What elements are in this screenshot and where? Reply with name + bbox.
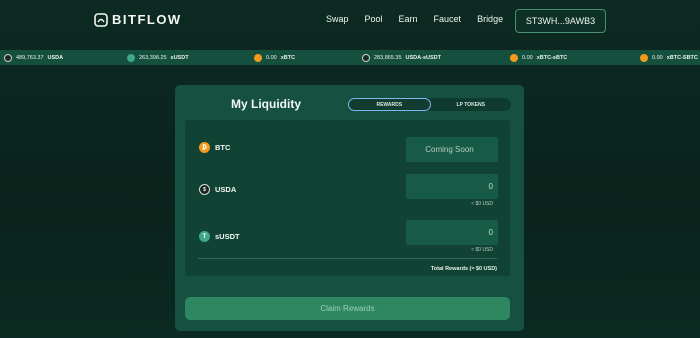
main-nav: Swap Pool Earn Faucet Bridge (326, 14, 519, 24)
btc-reward-field: Coming Soon (406, 137, 498, 162)
ticker-item: 0.00 xBTC-SBTC (640, 50, 698, 65)
top-header: BITFLOW Swap Pool Earn Faucet Bridge ST3… (0, 0, 700, 44)
usda-reward-field: 0 (406, 174, 498, 199)
reward-symbol: sUSDT (215, 232, 240, 241)
divider (198, 258, 497, 259)
nav-bridge[interactable]: Bridge (477, 14, 503, 24)
reward-row-usda: $ USDA (199, 184, 236, 195)
susdt-reward-field: 0 (406, 220, 498, 245)
view-toggle: REWARDS LP TOKENS (348, 98, 511, 111)
ticker-symbol: USDA-sUSDT (405, 54, 441, 61)
btc-icon: ₿ (199, 142, 210, 153)
ticker-symbol: xBTC (280, 54, 296, 61)
nav-faucet[interactable]: Faucet (434, 14, 462, 24)
ticker-item: 283,865.35 USDA-sUSDT (362, 50, 441, 65)
btc-icon (510, 53, 518, 62)
brand-logo[interactable]: BITFLOW (94, 12, 182, 27)
ticker-item: 263,398.25 sUSDT (127, 50, 189, 65)
ticker-symbol: xBTC-SBTC (666, 54, 698, 61)
wallet-button[interactable]: ST3WH...9AWB3 (515, 9, 606, 33)
claim-rewards-button[interactable]: Claim Rewards (185, 297, 510, 320)
bitflow-logo-icon (94, 12, 108, 27)
reward-symbol: BTC (215, 143, 231, 152)
usda-icon: $ (199, 184, 210, 195)
card-title: My Liquidity (231, 97, 301, 111)
btc-icon (640, 53, 648, 62)
ticker-item: 0.00 xBTC-sBTC (510, 50, 567, 65)
ticker-symbol: USDA (47, 54, 64, 61)
ticker-amount: 283,865.35 (374, 54, 402, 61)
usda-icon (362, 53, 370, 62)
ticker-symbol: xBTC-sBTC (536, 54, 568, 61)
ticker-amount: 0.00 (522, 54, 533, 61)
reward-row-susdt: T sUSDT (199, 231, 240, 242)
usdt-icon (127, 53, 135, 62)
ticker-amount: 489,763.37 (16, 54, 44, 61)
reward-symbol: USDA (215, 185, 237, 194)
ticker-item: 489,763.37 USDA (4, 50, 63, 65)
nav-earn[interactable]: Earn (399, 14, 418, 24)
susdt-usd-value: ≈ $0 USD (471, 247, 493, 253)
nav-pool[interactable]: Pool (365, 14, 383, 24)
usda-usd-value: ≈ $0 USD (471, 201, 493, 207)
brand-name: BITFLOW (112, 12, 182, 27)
tab-rewards[interactable]: REWARDS (348, 98, 431, 111)
ticker-amount: 0.00 (652, 54, 663, 61)
ticker-symbol: sUSDT (170, 54, 189, 61)
tab-lp-tokens[interactable]: LP TOKENS (431, 98, 512, 111)
rewards-panel: ₿ BTC Coming Soon $ USDA 0 ≈ $0 USD T sU… (185, 120, 510, 276)
ticker-amount: 0.00 (266, 54, 277, 61)
ticker-amount: 263,398.25 (139, 54, 167, 61)
usdt-icon: T (199, 231, 210, 242)
nav-swap[interactable]: Swap (326, 14, 349, 24)
btc-icon (254, 53, 262, 62)
price-ticker: 489,763.37 USDA 263,398.25 sUSDT 0.00 xB… (0, 50, 700, 65)
liquidity-card: My Liquidity REWARDS LP TOKENS ₿ BTC Com… (175, 85, 524, 331)
reward-row-btc: ₿ BTC (199, 142, 230, 153)
ticker-item: 0.00 xBTC (254, 50, 295, 65)
usda-icon (4, 53, 12, 62)
total-rewards: Total Rewards (≈ $0 USD) (430, 266, 497, 272)
